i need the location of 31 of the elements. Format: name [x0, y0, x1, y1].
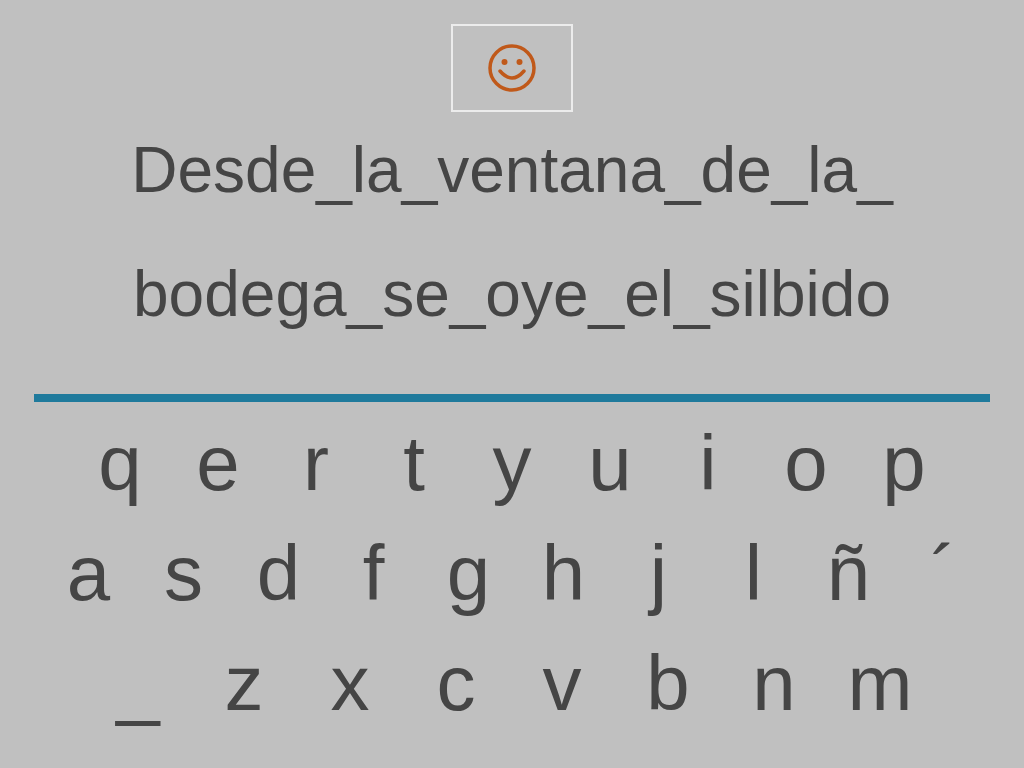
letter-key[interactable]: m: [827, 637, 933, 729]
letter-key[interactable]: ´: [896, 527, 991, 619]
letter-key[interactable]: r: [267, 417, 365, 509]
letter-key[interactable]: c: [403, 637, 509, 729]
letter-key[interactable]: o: [757, 417, 855, 509]
letter-key[interactable]: s: [136, 527, 231, 619]
letter-key[interactable]: a: [41, 527, 136, 619]
letter-key[interactable]: l: [706, 527, 801, 619]
letter-key[interactable]: d: [231, 527, 326, 619]
letter-key[interactable]: y: [463, 417, 561, 509]
sentence-line: Desde_la_ventana_de_la_: [131, 133, 893, 207]
letter-key[interactable]: t: [365, 417, 463, 509]
letter-key[interactable]: z: [191, 637, 297, 729]
letter-key[interactable]: q: [71, 417, 169, 509]
smiley-button[interactable]: [451, 24, 573, 112]
letter-key[interactable]: u: [561, 417, 659, 509]
letter-key[interactable]: g: [421, 527, 516, 619]
letter-key[interactable]: f: [326, 527, 421, 619]
letter-key[interactable]: _: [85, 637, 191, 729]
letter-key[interactable]: i: [659, 417, 757, 509]
letter-key[interactable]: v: [509, 637, 615, 729]
letter-key[interactable]: b: [615, 637, 721, 729]
letter-key[interactable]: e: [169, 417, 267, 509]
letter-key[interactable]: j: [611, 527, 706, 619]
smiley-icon: [487, 43, 537, 93]
letter-key[interactable]: h: [516, 527, 611, 619]
sentence-line: bodega_se_oye_el_silbido: [133, 257, 891, 331]
letter-key[interactable]: x: [297, 637, 403, 729]
letter-key[interactable]: n: [721, 637, 827, 729]
letter-key[interactable]: p: [855, 417, 953, 509]
letter-key[interactable]: ñ: [801, 527, 896, 619]
